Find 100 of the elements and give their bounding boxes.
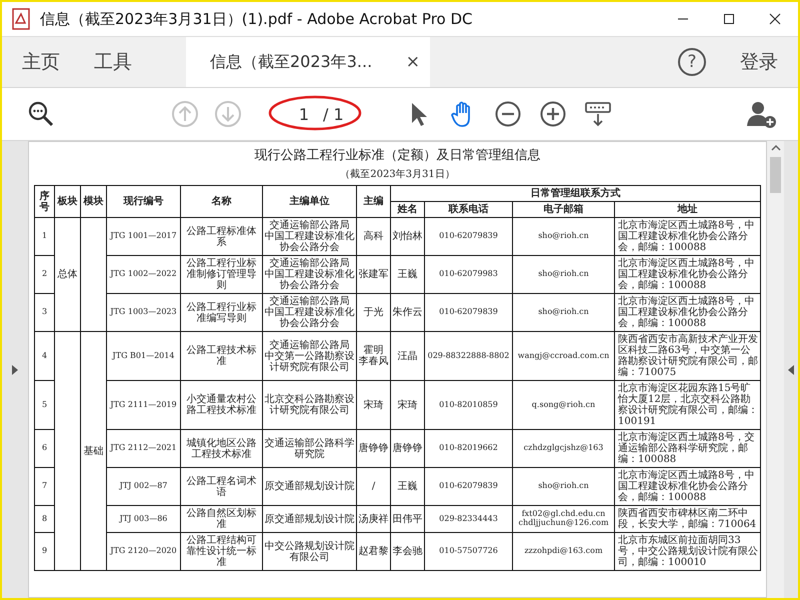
close-icon (769, 13, 781, 25)
column-header: 地址 (614, 202, 760, 218)
document-tab[interactable]: 信息（截至2023年3... × (186, 37, 430, 87)
page-count: / 1 (323, 104, 344, 124)
table-cell: 2 (34, 256, 54, 294)
table-cell: 陕西省西安市碑林区南二环中段，长安大学，邮编：710064 (614, 506, 760, 532)
table-cell-text: chdljjuchun@126.com (517, 519, 610, 528)
column-header: 联系电话 (424, 202, 512, 218)
table-cell-text: / (370, 481, 376, 492)
table-cell: 北京市海淀区西土城路8号，中国工程建设标准化协会公路分会，邮编：100088 (614, 294, 760, 332)
table-cell: 总体 (54, 218, 80, 332)
table-cell: 9 (34, 532, 54, 570)
tab-close-button[interactable]: × (406, 52, 420, 72)
table-cell-text: 交通运输部公路局 (270, 258, 350, 269)
table-cell: 010-82010859 (424, 380, 512, 430)
add-user-icon (745, 99, 777, 129)
document-subtitle: （截至2023年3月31日） (339, 168, 456, 181)
table-cell: 029-88322888-8802 (424, 332, 512, 380)
table-cell: 原交通部规划设计院 (264, 514, 355, 524)
table-cell: 张建军 (358, 269, 389, 280)
column-header: 主编单位 (262, 186, 356, 218)
table-cell: sho@rioh.cn (512, 256, 614, 294)
table-cell: 唐铮铮 (358, 443, 389, 454)
table-cell: 原交通部规划设计院 (264, 481, 355, 492)
search-icon (26, 99, 56, 129)
table-cell: sho@rioh.cn (512, 218, 614, 256)
table-cell: czhdzglgcjshz@163 (512, 430, 614, 468)
table-cell: JTG 2111—2019 (106, 380, 180, 430)
table-cell: 公路工程名词术语 (180, 468, 262, 506)
table-cell: 陕西省西安市高新技术产业开发区科技二路63号，中交第一公路勘察设计研究院有限公司，邮编：710075 (614, 332, 760, 380)
table-cell: 北京市海淀区西土城路8号，交通运输部公路科学研究院，邮编：100088 (614, 430, 760, 468)
table-cell: sho@rioh.cn (512, 468, 614, 506)
table-cell-text: fxt02@gl.chd.edu.cn (520, 510, 606, 518)
table-cell: 北京市海淀区西土城路8号，中国工程建设标准化协会公路分会，邮编：100088 (614, 468, 760, 506)
table-cell: 北京交科公路勘察设计研究院有限公司 (264, 394, 355, 416)
help-button[interactable]: ? (678, 48, 706, 76)
table-cell: 赵君黎 (358, 546, 389, 557)
table-cell: 小交通量农村公路工程技术标准 (180, 380, 262, 430)
table-cell-text: 交通运输部公路局 (270, 296, 350, 307)
table-cell: 朱作云 (390, 294, 424, 332)
table-cell: 中交第一公路勘察设计研究院有限公司 (264, 350, 355, 372)
column-header: 现行编号 (106, 186, 180, 218)
table-cell: 6 (34, 430, 54, 468)
column-header: 板块 (54, 186, 80, 218)
sign-in-link[interactable]: 登录 (740, 49, 778, 75)
table-cell: 010-62079839 (424, 218, 512, 256)
table-cell: JTG 1003—2023 (106, 294, 180, 332)
table-cell: 汤庚祥 (358, 514, 389, 524)
table-cell: 北京市东城区前拉面胡同33号，中交公路规划设计院有限公司，邮编：100010 (614, 532, 760, 570)
table-cell: 中国工程建设标准化协会公路分会 (264, 307, 355, 329)
document-icon (12, 8, 32, 30)
table-cell: 010-57507726 (424, 532, 512, 570)
table-cell: 北京市海淀区西土城路8号，中国工程建设标准化协会公路分会，邮编：100088 (614, 256, 760, 294)
column-header: 序号 (34, 186, 54, 218)
table-cell: 公路工程行业标准编写导则 (180, 294, 262, 332)
column-header: 主编 (356, 186, 390, 218)
table-cell: 李会驰 (390, 532, 424, 570)
table-cell: 公路工程结构可靠性设计统一标准 (180, 532, 262, 570)
table-cell: 029-82334443 (424, 506, 512, 532)
column-header: 模块 (80, 186, 106, 218)
tab[interactable]: 主页 (2, 37, 74, 87)
table-cell: JTG 2120—2020 (106, 532, 180, 570)
expand-right-icon (787, 364, 795, 376)
vertical-scrollbar[interactable] (767, 141, 784, 598)
table-cell: 田伟平 (390, 506, 424, 532)
column-group-header: 日常管理组联系方式 (390, 186, 760, 202)
table-cell: 汪晶 (390, 332, 424, 380)
table-cell: 公路工程行业标准制修订管理导则 (180, 256, 262, 294)
table-cell: 010-62079839 (424, 294, 512, 332)
table-cell-text: 交通运输部公路局 (270, 220, 350, 231)
page-number-field[interactable]: 1 (275, 104, 323, 124)
table-cell-text: 霍明 (364, 345, 384, 356)
table-cell: JTJ 003—86 (106, 506, 180, 532)
table-cell: wangj@ccroad.com.cn (512, 332, 614, 380)
table-cell-text: 于光 (362, 307, 384, 318)
tab[interactable]: 工具 (74, 37, 146, 87)
table-cell: JTG 1001—2017 (106, 218, 180, 256)
table-cell: 中交公路规划设计院有限公司 (264, 540, 355, 562)
zoom-in-icon (538, 99, 568, 129)
column-header: 姓名 (390, 202, 424, 218)
table-cell: 中国工程建设标准化协会公路分会 (264, 269, 355, 291)
zoom-out-icon (493, 99, 523, 129)
table-cell-text: 高科 (362, 231, 384, 242)
expand-left-icon (11, 364, 19, 376)
window-title: 信息（截至2023年3月31日）(1).pdf - Adobe Acrobat Pro DC (40, 10, 473, 28)
table-cell: 010-62079983 (424, 256, 512, 294)
table-cell: 010-62079839 (424, 468, 512, 506)
table-cell: 1 (34, 218, 54, 256)
maximize-icon (723, 13, 735, 25)
table-cell: 公路自然区划标准 (180, 506, 262, 532)
document-title: 现行公路工程行业标准（定额）及日常管理组信息 (254, 147, 542, 164)
table-cell: 宋琦 (390, 380, 424, 430)
table-cell-text: 交通运输部公路局 (268, 340, 350, 350)
table-cell: 王巍 (390, 256, 424, 294)
table-cell: 5 (34, 380, 54, 430)
table-cell: 010-82019662 (424, 430, 512, 468)
table-cell: JTJ 002—87 (106, 468, 180, 506)
table-cell: 王巍 (390, 468, 424, 506)
table-cell: JTG 2112—2021 (106, 430, 180, 468)
scrollbar-thumb[interactable] (770, 157, 781, 193)
